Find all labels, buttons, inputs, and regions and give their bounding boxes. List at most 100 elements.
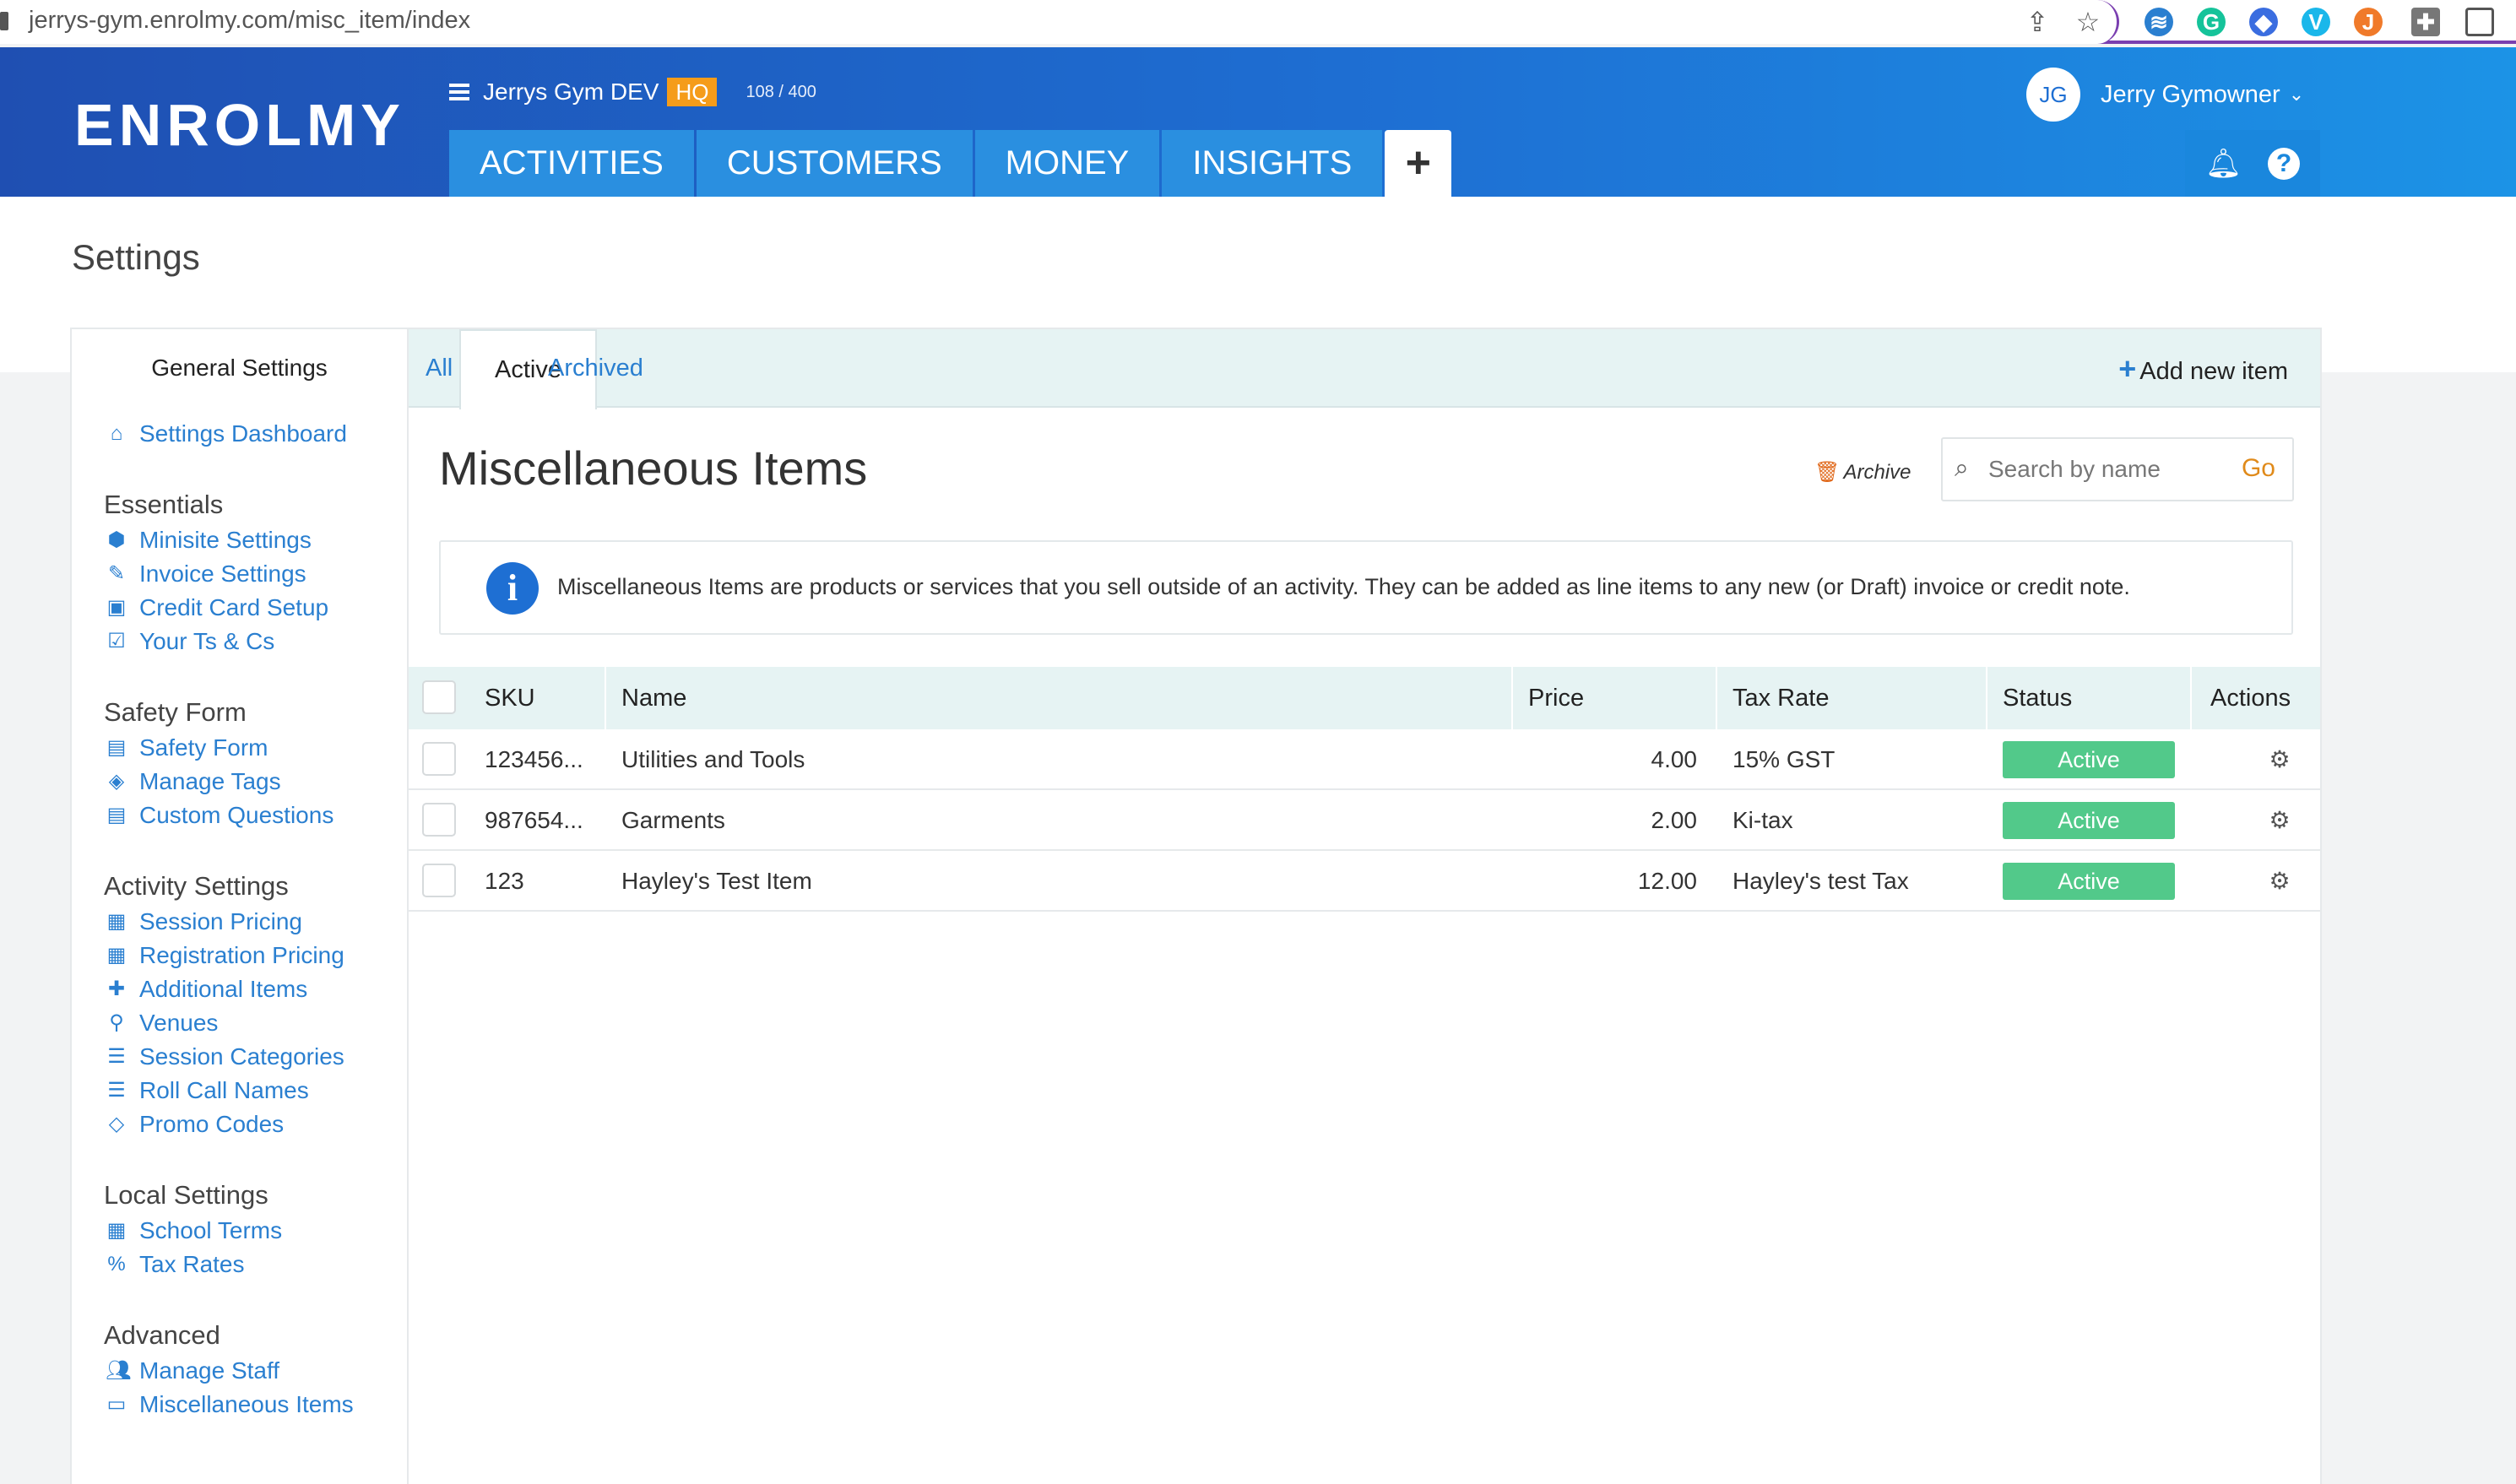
sidebar-item-label[interactable]: Safety Form bbox=[139, 734, 268, 761]
select-all-checkbox[interactable] bbox=[422, 680, 456, 714]
sidebar-item-label[interactable]: Registration Pricing bbox=[139, 942, 344, 969]
nav-activities[interactable]: ACTIVITIES bbox=[449, 130, 694, 197]
column-header-tax-rate[interactable]: Tax Rate bbox=[1732, 667, 1829, 729]
table-row[interactable]: 123 Hayley's Test Item 12.00 Hayley's te… bbox=[409, 851, 2320, 912]
table-row[interactable]: 123456... Utilities and Tools 4.00 15% G… bbox=[409, 729, 2320, 790]
sidebar-item-label[interactable]: Venues bbox=[139, 1010, 218, 1037]
sidebar-item-registration-pricing[interactable]: ▦ Registration Pricing bbox=[72, 939, 407, 972]
briefcase-icon: ▦ bbox=[106, 944, 127, 967]
add-new-item-label[interactable]: Add new item bbox=[2139, 358, 2288, 385]
plus-icon: + bbox=[2118, 351, 2137, 386]
org-switcher[interactable]: Jerrys Gym DEV HQ 108 / 400 bbox=[449, 78, 816, 106]
nav-insights[interactable]: INSIGHTS bbox=[1162, 130, 1383, 197]
enrolmy-logo[interactable]: ENROLMY bbox=[74, 91, 405, 159]
table-row[interactable]: 987654... Garments 2.00 Ki-tax Active ⚙ bbox=[409, 790, 2320, 851]
sidebar-item-additional-items[interactable]: ✚ Additional Items bbox=[72, 972, 407, 1006]
share-icon[interactable]: ⇪ bbox=[2022, 7, 2052, 37]
tab-bar: All Active Archived + Add new item bbox=[409, 329, 2320, 411]
sidebar-item-label[interactable]: Your Ts & Cs bbox=[139, 628, 274, 655]
sidebar-item-promo-codes[interactable]: ◇ Promo Codes bbox=[72, 1108, 407, 1141]
address-bar[interactable]: jerrys-gym.enrolmy.com/misc_item/index ⇪… bbox=[0, 0, 2119, 44]
sidebar-item-tax-rates[interactable]: % Tax Rates bbox=[72, 1248, 407, 1281]
grammarly-icon[interactable]: G bbox=[2197, 8, 2226, 36]
sidebar-item-school-terms[interactable]: ▦ School Terms bbox=[72, 1214, 407, 1248]
sidebar-item-miscellaneous-items[interactable]: ▭ Miscellaneous Items bbox=[72, 1388, 407, 1422]
sidebar-item-invoice-settings[interactable]: ✎ Invoice Settings bbox=[72, 557, 407, 591]
help-icon[interactable]: ? bbox=[2268, 148, 2300, 180]
sidebar-item-session-categories[interactable]: ☰ Session Categories bbox=[72, 1040, 407, 1074]
puzzle-icon[interactable]: ✚ bbox=[2411, 8, 2440, 36]
sidebar-item-manage-staff[interactable]: 👥︎ Manage Staff bbox=[72, 1354, 407, 1388]
hq-badge: HQ bbox=[667, 78, 718, 106]
sidebar-item-minisite-settings[interactable]: ⬢ Minisite Settings bbox=[72, 523, 407, 557]
extension-feather-icon[interactable]: ≋ bbox=[2145, 8, 2173, 36]
sidebar-item-venues[interactable]: ⚲ Venues bbox=[72, 1006, 407, 1040]
sidebar-item-session-pricing[interactable]: ▦ Session Pricing bbox=[72, 905, 407, 939]
add-plus-button[interactable]: + bbox=[1385, 130, 1452, 197]
tab-archived[interactable]: Archived bbox=[548, 329, 643, 408]
cell-tax-rate: Ki-tax bbox=[1732, 807, 1793, 833]
archive-button[interactable]: 🗑︎ Archive bbox=[1814, 460, 1911, 485]
star-icon[interactable]: ☆ bbox=[2073, 7, 2103, 37]
nav-customers[interactable]: CUSTOMERS bbox=[696, 130, 973, 197]
archive-label[interactable]: Archive bbox=[1843, 461, 1911, 484]
gear-icon[interactable]: ⚙ bbox=[2268, 869, 2291, 893]
gear-icon[interactable]: ⚙ bbox=[2268, 809, 2291, 832]
sidebar-item-roll-call-names[interactable]: ☰ Roll Call Names bbox=[72, 1074, 407, 1108]
sidebar-item-label[interactable]: Additional Items bbox=[139, 976, 307, 1003]
bell-icon[interactable]: 🔔︎ bbox=[2205, 147, 2242, 181]
info-icon: i bbox=[486, 562, 539, 615]
sidebar-item-label[interactable]: Manage Staff bbox=[139, 1357, 279, 1384]
hamburger-icon[interactable] bbox=[449, 80, 469, 104]
sidebar-item-label[interactable]: Custom Questions bbox=[139, 802, 333, 829]
chevron-down-icon[interactable]: ⌄ bbox=[2289, 84, 2304, 106]
user-name[interactable]: Jerry Gymowner bbox=[2101, 81, 2280, 109]
sidebar-item-label[interactable]: Session Categories bbox=[139, 1043, 344, 1070]
sidebar-toggle-icon[interactable] bbox=[2465, 8, 2494, 36]
sidebar-item-ts-cs[interactable]: ☑ Your Ts & Cs bbox=[72, 625, 407, 658]
cell-sku: 123456... bbox=[485, 746, 583, 772]
org-name[interactable]: Jerrys Gym DEV bbox=[483, 79, 659, 106]
column-divider bbox=[605, 667, 606, 729]
column-header-status[interactable]: Status bbox=[2003, 667, 2072, 729]
row-checkbox[interactable] bbox=[422, 803, 456, 837]
vimeo-icon[interactable]: V bbox=[2302, 8, 2330, 36]
column-header-price[interactable]: Price bbox=[1528, 667, 1584, 729]
sidebar-group-title: Safety Form bbox=[104, 697, 247, 727]
extension-shield-icon[interactable]: ◆ bbox=[2249, 8, 2278, 36]
sidebar-item-label[interactable]: Minisite Settings bbox=[139, 527, 312, 554]
nav-money[interactable]: MONEY bbox=[974, 130, 1160, 197]
extension-j-icon[interactable]: J bbox=[2354, 8, 2383, 36]
sidebar-item-settings-dashboard[interactable]: ⌂ Settings Dashboard bbox=[72, 417, 407, 451]
sidebar-item-label[interactable]: Invoice Settings bbox=[139, 561, 306, 588]
tab-all[interactable]: All bbox=[426, 329, 453, 408]
go-button[interactable]: Go bbox=[2242, 454, 2275, 483]
sidebar-item-label[interactable]: Settings Dashboard bbox=[139, 420, 347, 447]
column-header-actions: Actions bbox=[2210, 685, 2291, 712]
column-header-sku[interactable]: SKU bbox=[485, 667, 535, 729]
sidebar-item-manage-tags[interactable]: ◈ Manage Tags bbox=[72, 765, 407, 799]
row-checkbox[interactable] bbox=[422, 742, 456, 776]
sidebar-item-label[interactable]: Roll Call Names bbox=[139, 1077, 309, 1104]
row-checkbox[interactable] bbox=[422, 864, 456, 897]
tags-icon: ◈ bbox=[108, 770, 125, 793]
column-divider bbox=[1511, 667, 1513, 729]
sidebar-item-safety-form[interactable]: ▤ Safety Form bbox=[72, 731, 407, 765]
sidebar-item-credit-card-setup[interactable]: ▣ Credit Card Setup bbox=[72, 591, 407, 625]
sidebar-item-label[interactable]: Promo Codes bbox=[139, 1111, 284, 1138]
sidebar-item-custom-questions[interactable]: ▤ Custom Questions bbox=[72, 799, 407, 832]
column-header-name[interactable]: Name bbox=[621, 667, 686, 729]
sidebar-item-label[interactable]: Credit Card Setup bbox=[139, 594, 328, 621]
sidebar-item-label[interactable]: School Terms bbox=[139, 1217, 282, 1244]
add-new-item-button[interactable]: + Add new item bbox=[2118, 329, 2288, 411]
sidebar-item-label[interactable]: Manage Tags bbox=[139, 768, 281, 795]
avatar[interactable]: JG bbox=[2026, 68, 2080, 122]
url-text[interactable]: jerrys-gym.enrolmy.com/misc_item/index bbox=[29, 7, 470, 35]
sidebar-item-label[interactable]: Miscellaneous Items bbox=[139, 1391, 354, 1418]
sidebar-item-label[interactable]: Tax Rates bbox=[139, 1251, 245, 1278]
file-icon: ▤ bbox=[106, 804, 127, 826]
user-menu[interactable]: JG Jerry Gymowner ⌄ bbox=[2026, 68, 2304, 122]
gear-icon[interactable]: ⚙ bbox=[2268, 748, 2291, 772]
sidebar-item-label[interactable]: Session Pricing bbox=[139, 908, 302, 935]
search-input[interactable] bbox=[1988, 452, 2225, 486]
